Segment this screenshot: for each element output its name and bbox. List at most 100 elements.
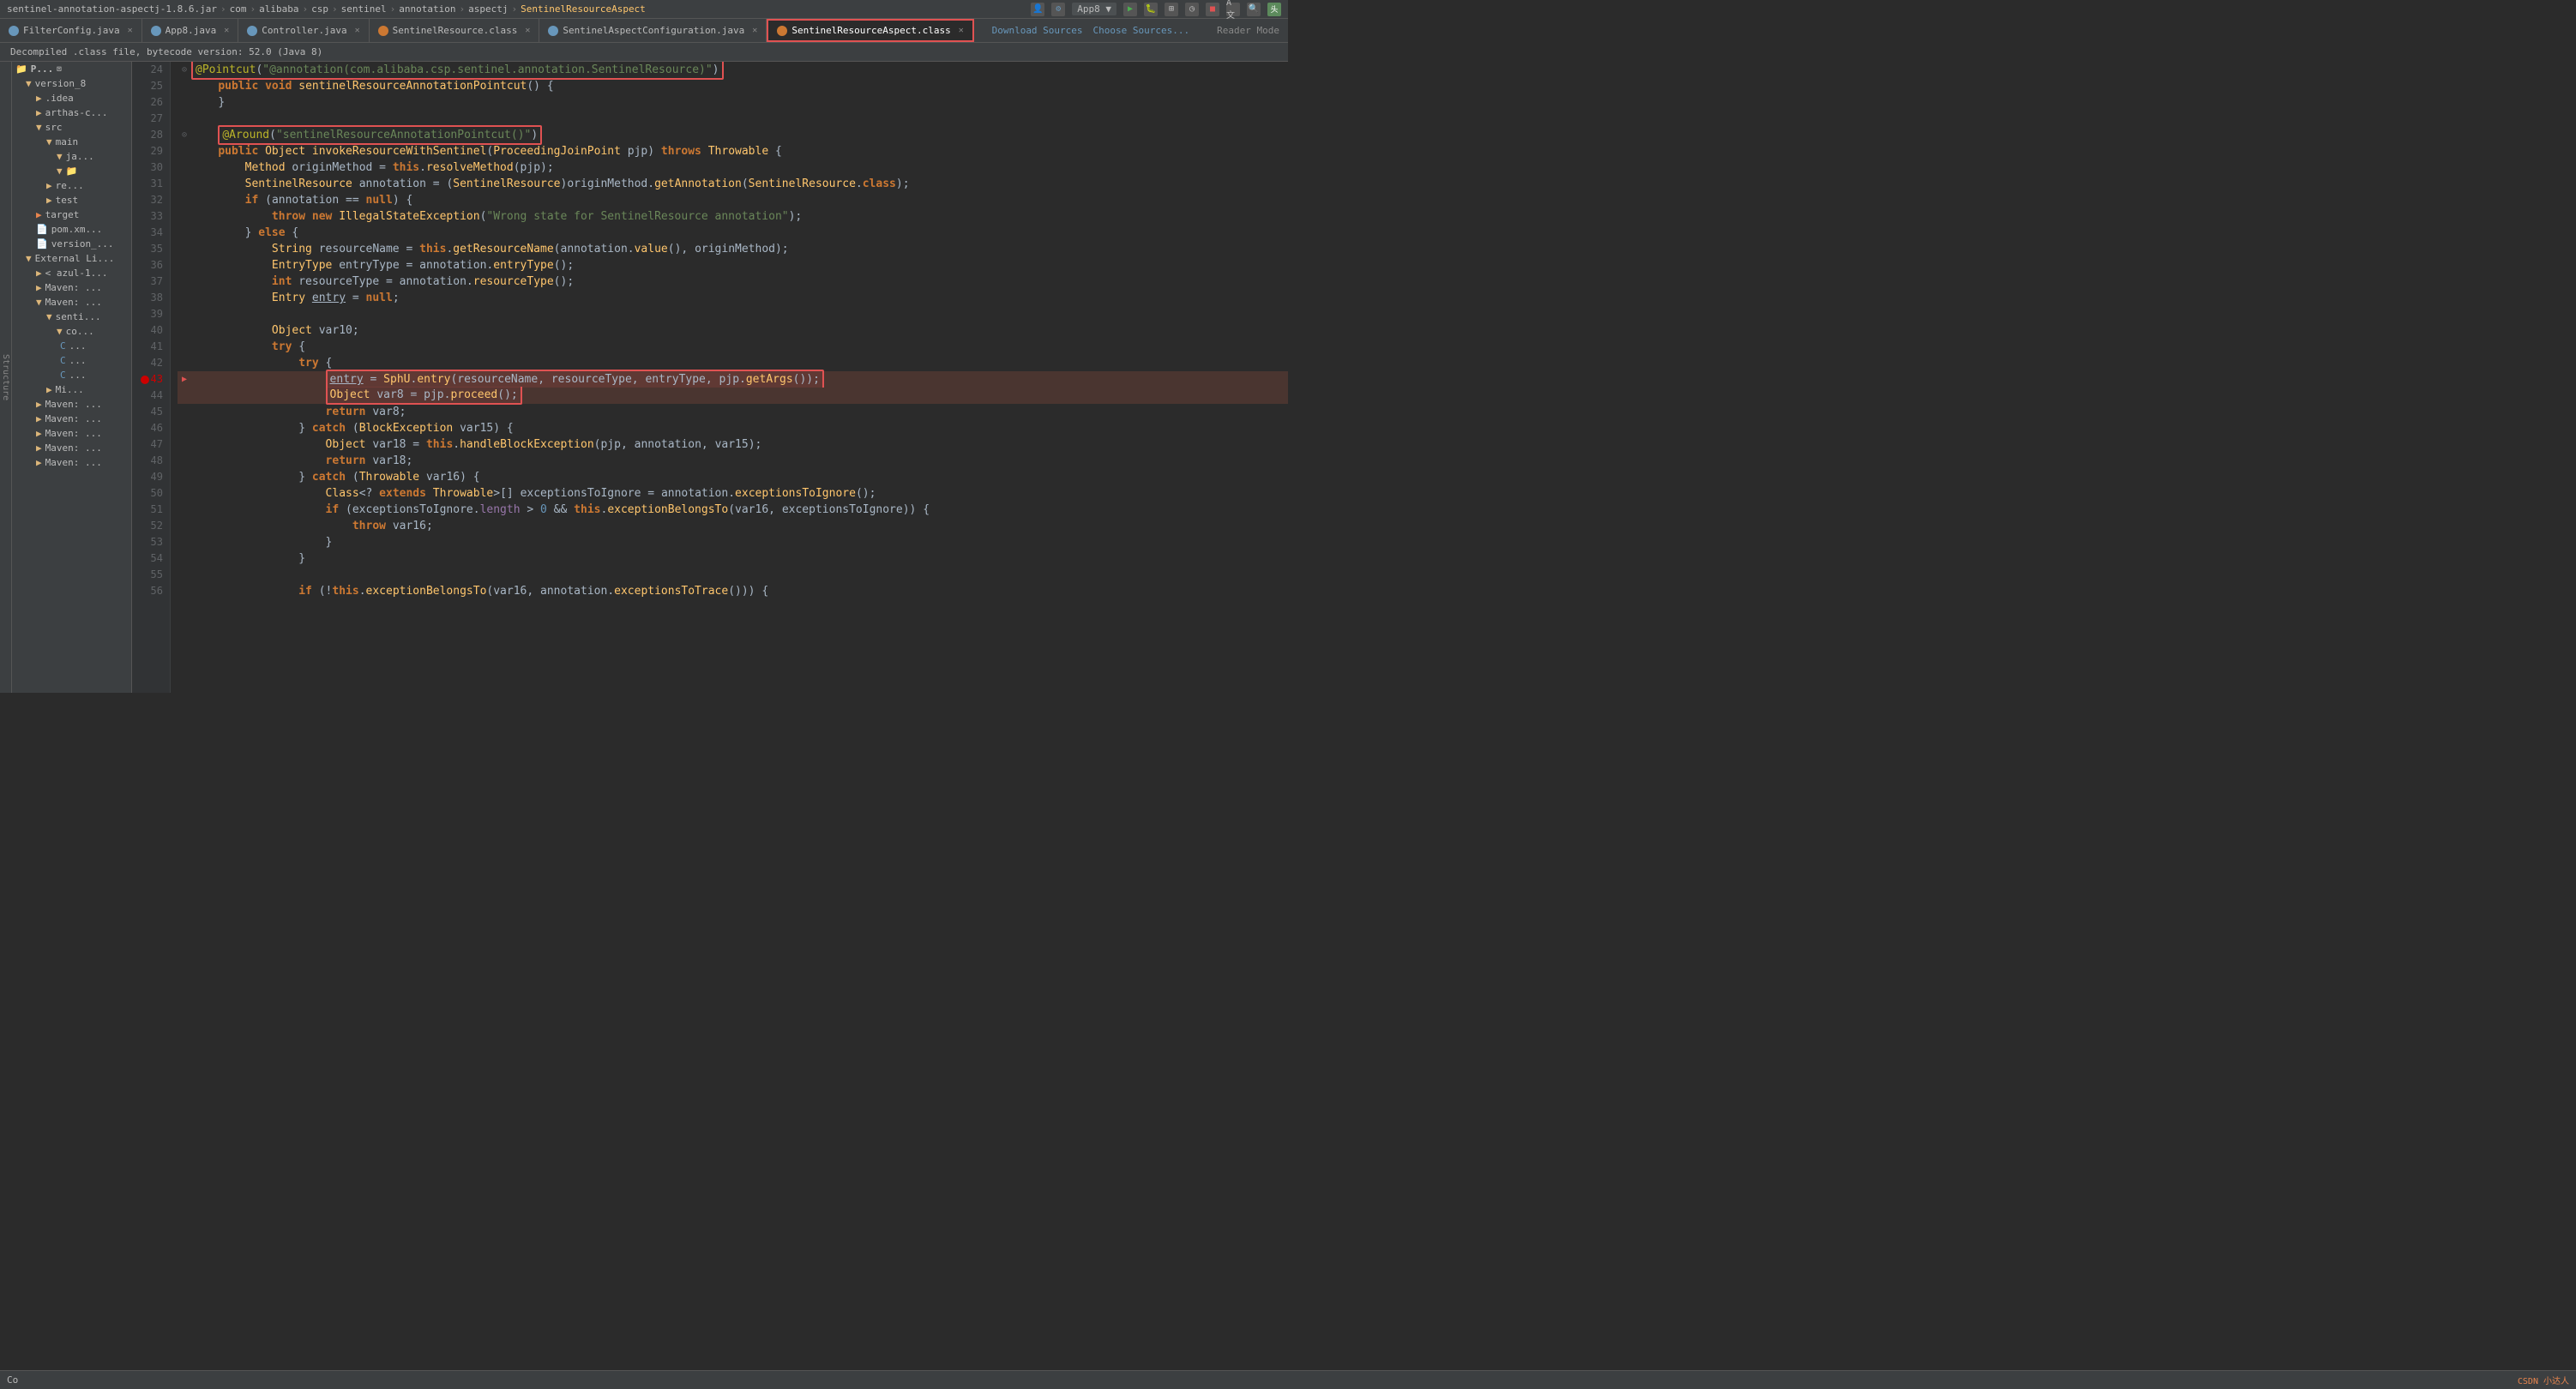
folder-arrow-icon: ▼ — [26, 78, 32, 89]
sidebar-java[interactable]: ▼ ja... — [12, 149, 131, 164]
app-selector[interactable]: App8 ▼ — [1072, 3, 1116, 15]
sidebar-idea[interactable]: ▶ .idea — [12, 91, 131, 105]
sidebar-src[interactable]: ▼ src — [12, 120, 131, 135]
code-line-44: Object var8 = pjp.proceed(); — [178, 388, 1288, 404]
toolbar-icon3[interactable]: ■ — [1206, 3, 1219, 16]
gutter-27 — [178, 111, 191, 127]
download-sources-link[interactable]: Download Sources — [992, 25, 1083, 36]
sidebar-version-file[interactable]: 📄 version_... — [12, 237, 131, 251]
sidebar-senti[interactable]: ▼ senti... — [12, 310, 131, 324]
sidebar-project-root[interactable]: 📁 P... ⊡ — [12, 62, 131, 76]
sidebar-class2[interactable]: C ... — [12, 353, 131, 368]
search-icon[interactable]: 🔍 — [1247, 3, 1261, 16]
sidebar-co[interactable]: ▼ co... — [12, 324, 131, 339]
sidebar-target[interactable]: ▶ target — [12, 207, 131, 222]
tab-sentinelresource[interactable]: SentinelResource.class ✕ — [370, 19, 540, 42]
sidebar-external-libs[interactable]: ▼ External Li... — [12, 251, 131, 266]
tab-label-sentinelaspect-config: SentinelAspectConfiguration.java — [563, 25, 744, 36]
choose-sources-link[interactable]: Choose Sources... — [1093, 25, 1190, 36]
line-27: 27 — [132, 111, 170, 127]
tab-icon-app8 — [151, 26, 161, 36]
user-icon[interactable]: 👤 — [1031, 3, 1044, 16]
code-content-53: } — [191, 534, 332, 550]
status-bar: Co CSDN 小达人 — [0, 1370, 2576, 1389]
folder-arrow-icon14: ▼ — [36, 297, 42, 308]
gutter-44 — [178, 388, 191, 404]
line-50: 50 — [132, 485, 170, 502]
info-bar: Decompiled .class file, bytecode version… — [0, 43, 1288, 62]
sidebar-azul[interactable]: ▶ < azul-1... — [12, 266, 131, 280]
gutter-32 — [178, 192, 191, 208]
tab-close-sentinelresource[interactable]: ✕ — [525, 26, 530, 35]
sidebar-maven2[interactable]: ▼ Maven: ... — [12, 295, 131, 310]
sidebar-target-label: target — [45, 209, 80, 220]
sidebar-maven5[interactable]: ▶ Maven: ... — [12, 426, 131, 441]
sidebar-external-libs-label: External Li... — [35, 253, 115, 264]
code-line-25: public void sentinelResourceAnnotationPo… — [178, 78, 1288, 94]
line-45: 45 — [132, 404, 170, 420]
code-editor[interactable]: ⊙ @Pointcut("@annotation(com.alibaba.csp… — [171, 62, 1288, 693]
sidebar-maven7[interactable]: ▶ Maven: ... — [12, 455, 131, 470]
settings-icon[interactable]: ⚙ — [1051, 3, 1065, 16]
sidebar-mi[interactable]: ▶ Mi... — [12, 382, 131, 397]
sidebar-test[interactable]: ▶ test — [12, 193, 131, 207]
line-49: 49 — [132, 469, 170, 485]
tab-app8[interactable]: App8.java ✕ — [142, 19, 239, 42]
tab-close-filterconfig[interactable]: ✕ — [128, 26, 133, 35]
line-38: 38 — [132, 290, 170, 306]
folder-arrow-icon5: ▼ — [46, 136, 52, 147]
line-34: 34 — [132, 225, 170, 241]
sidebar-class1[interactable]: C ... — [12, 339, 131, 353]
tab-close-sentinelaspect-config[interactable]: ✕ — [752, 26, 757, 35]
sidebar-arthas[interactable]: ▶ arthas-c... — [12, 105, 131, 120]
tab-close-controller[interactable]: ✕ — [355, 26, 360, 35]
code-content-44: Object var8 = pjp.proceed(); — [191, 387, 522, 405]
reader-mode-button[interactable]: Reader Mode — [1217, 25, 1279, 36]
sidebar-pom[interactable]: 📄 pom.xm... — [12, 222, 131, 237]
debug-icon[interactable]: 🐛 — [1144, 3, 1158, 16]
tab-filterconfig[interactable]: FilterConfig.java ✕ — [0, 19, 142, 42]
tab-bar-actions: Download Sources Choose Sources... Reade… — [984, 19, 1288, 42]
toolbar-icon1[interactable]: ⊞ — [1165, 3, 1178, 16]
sidebar-java-sub[interactable]: ▼ 📁 — [12, 164, 131, 178]
sidebar-version8[interactable]: ▼ version_8 — [12, 76, 131, 91]
code-line-39 — [178, 306, 1288, 322]
sidebar-maven4[interactable]: ▶ Maven: ... — [12, 412, 131, 426]
sidebar-maven4-label: Maven: ... — [45, 413, 102, 424]
structure-label: Structure — [1, 354, 10, 400]
tab-close-sentinelresourceaspect[interactable]: ✕ — [959, 26, 964, 35]
breadcrumb-csp: csp — [311, 3, 328, 15]
run-icon[interactable]: ▶ — [1123, 3, 1137, 16]
code-content-50: Class<? extends Throwable>[] exceptionsT… — [191, 485, 876, 502]
sidebar-maven1[interactable]: ▶ Maven: ... — [12, 280, 131, 295]
pom-icon: 📄 — [36, 224, 48, 235]
gutter-35 — [178, 241, 191, 257]
sidebar-resources[interactable]: ▶ re... — [12, 178, 131, 193]
structure-panel[interactable]: Structure — [0, 62, 12, 693]
tab-sentinelaspect-config[interactable]: SentinelAspectConfiguration.java ✕ — [539, 19, 767, 42]
tab-close-app8[interactable]: ✕ — [224, 26, 229, 35]
gutter-50 — [178, 485, 191, 502]
sidebar-class3[interactable]: C ... — [12, 368, 131, 382]
code-content-52: throw var16; — [191, 518, 433, 534]
tab-icon-sentinelresource — [378, 26, 388, 36]
sidebar-maven6[interactable]: ▶ Maven: ... — [12, 441, 131, 455]
avatar-icon[interactable]: 头 — [1267, 3, 1281, 16]
folder-arrow-icon8: ▶ — [46, 180, 52, 191]
gutter-53 — [178, 534, 191, 550]
sidebar-maven3[interactable]: ▶ Maven: ... — [12, 397, 131, 412]
toolbar-icon2[interactable]: ◷ — [1185, 3, 1199, 16]
line-37: 37 — [132, 274, 170, 290]
gutter-38 — [178, 290, 191, 306]
folder-arrow-icon7: ▼ — [57, 165, 63, 177]
code-line-29: public Object invokeResourceWithSentinel… — [178, 143, 1288, 159]
sidebar-main[interactable]: ▼ main — [12, 135, 131, 149]
line-56: 56 — [132, 583, 170, 599]
code-content-34: } else { — [191, 225, 298, 241]
tab-controller[interactable]: Controller.java ✕ — [238, 19, 369, 42]
line-numbers: 24 25 26 27 28 29 30 31 32 33 34 35 36 3… — [132, 62, 171, 693]
tab-sentinelresourceaspect[interactable]: SentinelResourceAspect.class ✕ — [767, 19, 973, 42]
translate-icon[interactable]: A文 — [1226, 3, 1240, 16]
class3-icon: C — [60, 370, 66, 381]
code-content-38: Entry entry = null; — [191, 290, 400, 306]
